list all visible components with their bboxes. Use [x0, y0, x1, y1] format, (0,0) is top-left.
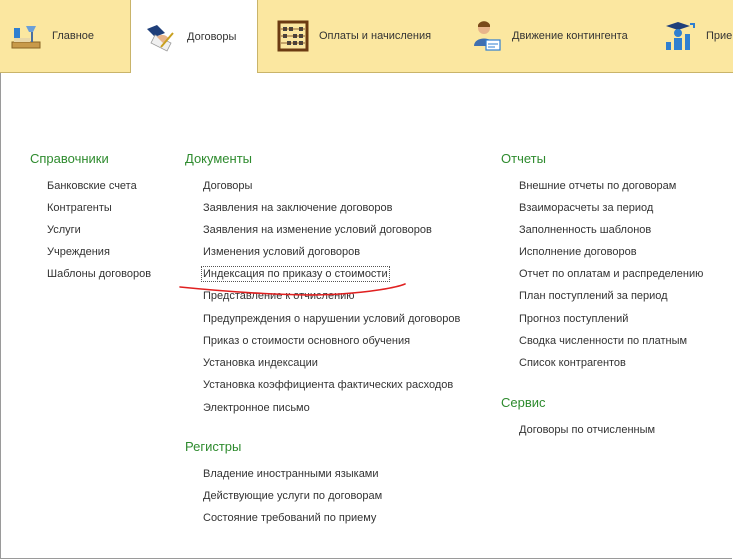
link-condition-changes[interactable]: Изменения условий договоров	[203, 246, 360, 258]
link-expelled-contracts[interactable]: Договоры по отчисленным	[519, 424, 655, 436]
link-template-fill[interactable]: Заполненность шаблонов	[519, 224, 651, 236]
link-payments-distribution-report[interactable]: Отчет по оплатам и распределению	[519, 268, 703, 280]
tab-contingent-label: Движение контингента	[512, 30, 628, 42]
link-institutions[interactable]: Учреждения	[47, 246, 110, 258]
tab-main-label: Главное	[52, 30, 95, 42]
person-card-icon	[474, 21, 501, 51]
link-condition-change-applications[interactable]: Заявления на изменение условий договоров	[203, 224, 432, 236]
graduate-chart-icon	[666, 22, 695, 50]
link-paid-headcount-summary[interactable]: Сводка численности по платным	[519, 335, 687, 347]
section-title-references: Справочники	[30, 151, 109, 166]
abacus-icon	[277, 20, 309, 52]
tab-payments[interactable]: Оплаты и начисления	[275, 0, 431, 72]
link-foreign-languages[interactable]: Владение иностранными языками	[203, 468, 379, 480]
tab-contingent[interactable]: Движение контингента	[468, 0, 628, 72]
section-tabs-bar: Главное Договоры Оплаты и начисления Дви…	[0, 0, 733, 73]
link-contracts[interactable]: Договоры	[203, 180, 252, 192]
link-active-services[interactable]: Действующие услуги по договорам	[203, 490, 382, 502]
tab-contracts-label: Договоры	[187, 30, 237, 43]
tab-admission[interactable]: Прие	[662, 0, 732, 72]
link-receipts-plan[interactable]: План поступлений за период	[519, 290, 668, 302]
link-settlements-period[interactable]: Взаиморасчеты за период	[519, 202, 653, 214]
handshake-contract-icon	[147, 24, 174, 52]
link-receipts-forecast[interactable]: Прогноз поступлений	[519, 313, 628, 325]
link-expense-coefficient-setup[interactable]: Установка коэффициента фактических расхо…	[203, 379, 453, 391]
link-counterparty-list[interactable]: Список контрагентов	[519, 357, 626, 369]
link-external-reports[interactable]: Внешние отчеты по договорам	[519, 180, 676, 192]
desk-lamp-icon	[11, 26, 41, 49]
section-title-reports: Отчеты	[501, 151, 546, 166]
link-indexation-by-order[interactable]: Индексация по приказу о стоимости	[201, 266, 390, 282]
link-contract-execution[interactable]: Исполнение договоров	[519, 246, 637, 258]
link-violation-warnings[interactable]: Предупреждения о нарушении условий догов…	[203, 313, 460, 325]
link-expulsion-submission[interactable]: Представление к отчислению	[203, 290, 355, 302]
link-email[interactable]: Электронное письмо	[203, 402, 310, 414]
tab-payments-label: Оплаты и начисления	[319, 30, 432, 42]
tab-main[interactable]: Главное	[8, 0, 94, 72]
section-title-service: Сервис	[501, 395, 546, 410]
link-bank-accounts[interactable]: Банковские счета	[47, 180, 137, 192]
link-admission-requirements[interactable]: Состояние требований по приему	[203, 512, 376, 524]
section-title-registers: Регистры	[185, 439, 242, 454]
link-contract-templates[interactable]: Шаблоны договоров	[47, 268, 151, 280]
link-services[interactable]: Услуги	[47, 224, 81, 236]
link-tuition-cost-order[interactable]: Приказ о стоимости основного обучения	[203, 335, 410, 347]
link-contract-applications[interactable]: Заявления на заключение договоров	[203, 202, 392, 214]
tab-contracts[interactable]: Договоры	[130, 0, 258, 73]
link-counterparties[interactable]: Контрагенты	[47, 202, 112, 214]
link-indexation-setup[interactable]: Установка индексации	[203, 357, 318, 369]
tab-admission-label: Прие	[706, 30, 733, 42]
section-title-documents: Документы	[185, 151, 253, 166]
